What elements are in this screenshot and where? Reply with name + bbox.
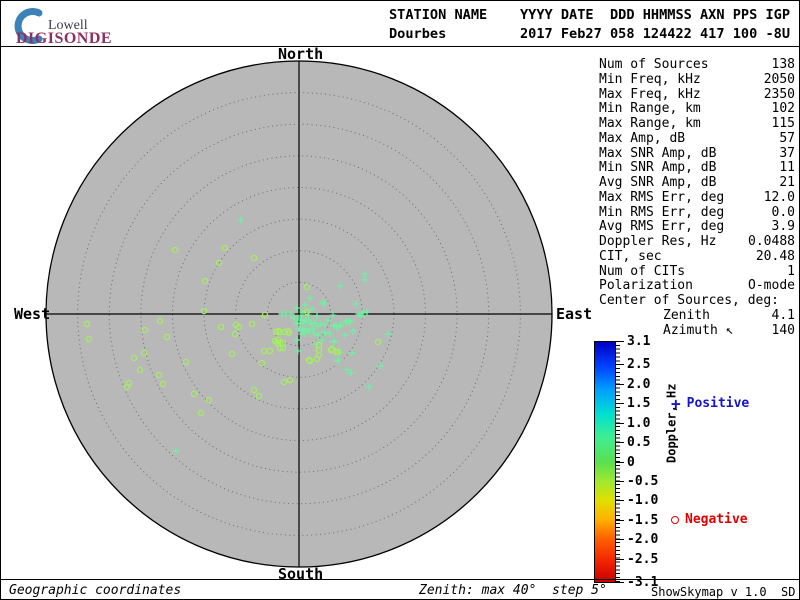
stat-row: Min SNR Amp, dB 11 <box>599 161 795 176</box>
stat-value: 138 <box>772 58 795 73</box>
stat-row: Min RMS Err, deg 0.0 <box>599 206 795 221</box>
stat-label: Center of Sources, deg: <box>599 294 779 309</box>
stat-row: CIT, sec 20.48 <box>599 250 795 265</box>
stat-label: Azimuth ↖ <box>663 324 733 339</box>
stat-label: Min RMS Err, deg <box>599 206 724 221</box>
footer-version-label: ShowSkymap v 1.0 SD v 5.1 <box>651 585 800 599</box>
stat-value: 0.0488 <box>748 235 795 250</box>
colorbar-tick-label: 0.5 <box>627 435 650 450</box>
stat-value: 12.0 <box>764 191 795 206</box>
stat-label: Max Freq, kHz <box>599 88 701 103</box>
stat-row: Max Amp, dB 57 <box>599 132 795 147</box>
stat-label: Max Range, km <box>599 117 701 132</box>
footer-zenith-range-label: Zenith: max 40° step 5° <box>419 583 607 598</box>
stat-row: Avg SNR Amp, dB 21 <box>599 176 795 191</box>
stat-row: Min Range, km 102 <box>599 102 795 117</box>
colorbar-tick <box>616 403 624 404</box>
stat-value: 2050 <box>764 73 795 88</box>
stat-row: Center of Sources, deg: <box>599 294 795 309</box>
colorbar-tick-label: 1.5 <box>627 396 650 411</box>
stat-label: Doppler Res, Hz <box>599 235 716 250</box>
colorbar-tick-label: -1.0 <box>627 493 658 508</box>
stat-label: Num of Sources <box>599 58 709 73</box>
colorbar-tick <box>616 500 624 501</box>
colorbar-tick <box>616 539 624 540</box>
stat-row: Avg RMS Err, deg 3.9 <box>599 220 795 235</box>
footer-separator <box>1 579 799 580</box>
stat-label: Max Amp, dB <box>599 132 685 147</box>
colorbar-tick <box>616 341 624 342</box>
stat-row: Doppler Res, Hz 0.0488 <box>599 235 795 250</box>
stat-value: 4.1 <box>772 309 795 324</box>
stat-value: O-mode <box>748 279 795 294</box>
colorbar-tick <box>616 384 624 385</box>
legend-positive: + Positive <box>671 396 749 411</box>
stat-row: Zenith 4.1 <box>599 309 795 324</box>
stat-value: 57 <box>779 132 795 147</box>
legend-negative: Negative <box>671 512 748 527</box>
compass-east-label: East <box>556 305 592 323</box>
stat-row: Min Freq, kHz 2050 <box>599 73 795 88</box>
stat-value: 115 <box>772 117 795 132</box>
stat-label: Num of CITs <box>599 265 685 280</box>
stat-value: 37 <box>779 147 795 162</box>
colorbar-tick-label: -1.5 <box>627 513 658 528</box>
colorbar-tick <box>616 481 624 482</box>
colorbar-tick-label: 0 <box>627 455 635 470</box>
colorbar-tick <box>616 442 624 443</box>
colorbar-tick <box>616 582 624 583</box>
stat-label: Max SNR Amp, dB <box>599 147 716 162</box>
compass-north-label: North <box>278 45 323 63</box>
colorbar-tick <box>616 462 624 463</box>
legend-positive-label: Positive <box>687 396 750 411</box>
colorbar-tick <box>616 423 624 424</box>
stat-row: Max Freq, kHz 2350 <box>599 88 795 103</box>
colorbar-tick-label: 2.5 <box>627 357 650 372</box>
stat-value: 0.0 <box>772 206 795 221</box>
stat-row: Max Range, km 115 <box>599 117 795 132</box>
colorbar-tick-label: -2.5 <box>627 552 658 567</box>
stat-row: Num of Sources 138 <box>599 58 795 73</box>
stat-label: CIT, sec <box>599 250 662 265</box>
stat-row: Polarization O-mode <box>599 279 795 294</box>
stat-row: Max SNR Amp, dB 37 <box>599 147 795 162</box>
stat-value: 21 <box>779 176 795 191</box>
stat-value: 20.48 <box>756 250 795 265</box>
colorbar-tick-label: 3.1 <box>627 334 650 349</box>
stat-label: Avg SNR Amp, dB <box>599 176 716 191</box>
colorbar-tick <box>616 520 624 521</box>
stat-label: Polarization <box>599 279 693 294</box>
stat-label: Zenith <box>663 309 710 324</box>
footer-coordinates-label: Geographic coordinates <box>9 583 181 598</box>
doppler-colorbar <box>594 341 616 583</box>
stat-value: 102 <box>772 102 795 117</box>
stat-label: Min SNR Amp, dB <box>599 161 716 176</box>
stat-label: Min Freq, kHz <box>599 73 701 88</box>
showskymap-window: Lowell DIGISONDE STATION NAME YYYY DATE … <box>0 0 800 600</box>
stat-row: Max RMS Err, deg 12.0 <box>599 191 795 206</box>
compass-south-label: South <box>278 565 323 583</box>
statistics-panel: Num of Sources138Min Freq, kHz2050Max Fr… <box>599 58 795 338</box>
stat-value: 3.9 <box>772 220 795 235</box>
stat-value: 2350 <box>764 88 795 103</box>
colorbar-tick <box>616 559 624 560</box>
colorbar-tick-label: -2.0 <box>627 532 658 547</box>
stat-label: Avg RMS Err, deg <box>599 220 724 235</box>
stat-row: Num of CITs 1 <box>599 265 795 280</box>
plus-marker-icon: + <box>671 399 681 409</box>
colorbar-tick-label: 1.0 <box>627 416 650 431</box>
legend-negative-label: Negative <box>685 512 748 527</box>
colorbar-tick <box>616 364 624 365</box>
stat-value: 140 <box>772 324 795 339</box>
compass-west-label: West <box>14 305 50 323</box>
skymap-polar-plot <box>1 1 591 600</box>
stat-label: Max RMS Err, deg <box>599 191 724 206</box>
circle-marker-icon <box>671 516 679 524</box>
colorbar-tick-label: 2.0 <box>627 377 650 392</box>
stat-label: Min Range, km <box>599 102 701 117</box>
stat-value: 1 <box>787 265 795 280</box>
stat-value: 11 <box>779 161 795 176</box>
colorbar-tick-label: -0.5 <box>627 474 658 489</box>
